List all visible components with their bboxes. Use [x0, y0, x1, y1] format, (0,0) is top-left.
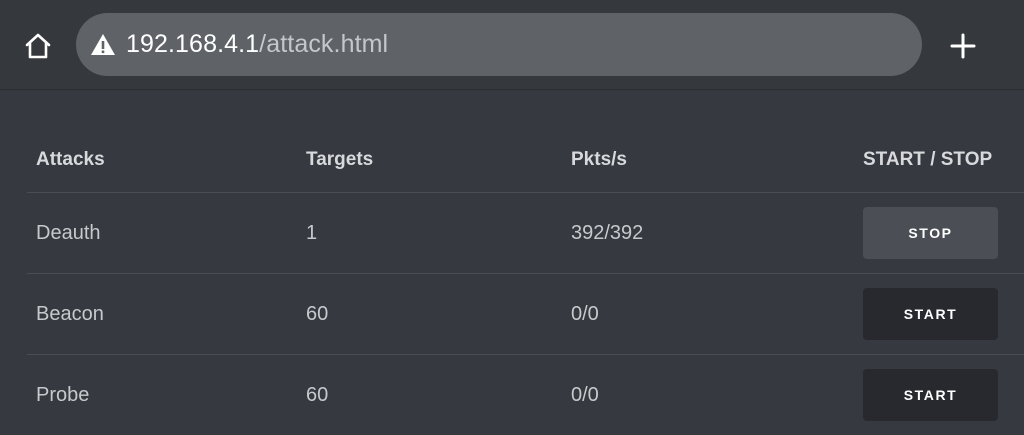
new-tab-button[interactable] — [942, 25, 984, 67]
attack-targets: 60 — [306, 302, 329, 325]
url-host: 192.168.4.1 — [126, 30, 260, 58]
button-cell: STOP — [863, 193, 998, 273]
button-cell: START — [863, 274, 998, 354]
url-path: /attack.html — [259, 30, 389, 58]
start-button[interactable]: START — [863, 288, 998, 340]
home-button[interactable] — [18, 26, 58, 66]
header-targets: Targets — [306, 149, 374, 170]
stop-button[interactable]: STOP — [863, 207, 998, 259]
button-cell: START — [863, 355, 998, 435]
home-icon — [25, 33, 51, 59]
attack-pkts: 0/0 — [571, 383, 599, 406]
attack-name: Deauth — [36, 221, 101, 244]
table-row: Probe 60 0/0 START — [27, 354, 1024, 435]
table-row: Beacon 60 0/0 START — [27, 273, 1024, 354]
attacks-table: Attacks Targets Pkts/s START / STOP Deau… — [27, 136, 1024, 435]
header-pkts: Pkts/s — [571, 149, 627, 170]
browser-toolbar: 192.168.4.1/attack.html — [0, 0, 1024, 90]
attack-pkts: 392/392 — [571, 221, 644, 244]
header-attacks: Attacks — [36, 149, 105, 170]
table-row: Deauth 1 392/392 STOP — [27, 192, 1024, 273]
attack-name: Probe — [36, 383, 90, 406]
attack-name: Beacon — [36, 302, 104, 325]
plus-icon — [950, 33, 976, 59]
attack-targets: 60 — [306, 383, 329, 406]
warning-icon — [90, 33, 116, 57]
header-start-stop: START / STOP — [863, 149, 993, 170]
attack-pkts: 0/0 — [571, 302, 599, 325]
attack-targets: 1 — [306, 221, 318, 244]
address-bar[interactable]: 192.168.4.1/attack.html — [76, 13, 922, 76]
page-content: Attacks Targets Pkts/s START / STOP Deau… — [0, 91, 1024, 428]
url-text: 192.168.4.1/attack.html — [126, 30, 388, 59]
table-header: Attacks Targets Pkts/s START / STOP — [27, 136, 1024, 192]
start-button[interactable]: START — [863, 369, 998, 421]
